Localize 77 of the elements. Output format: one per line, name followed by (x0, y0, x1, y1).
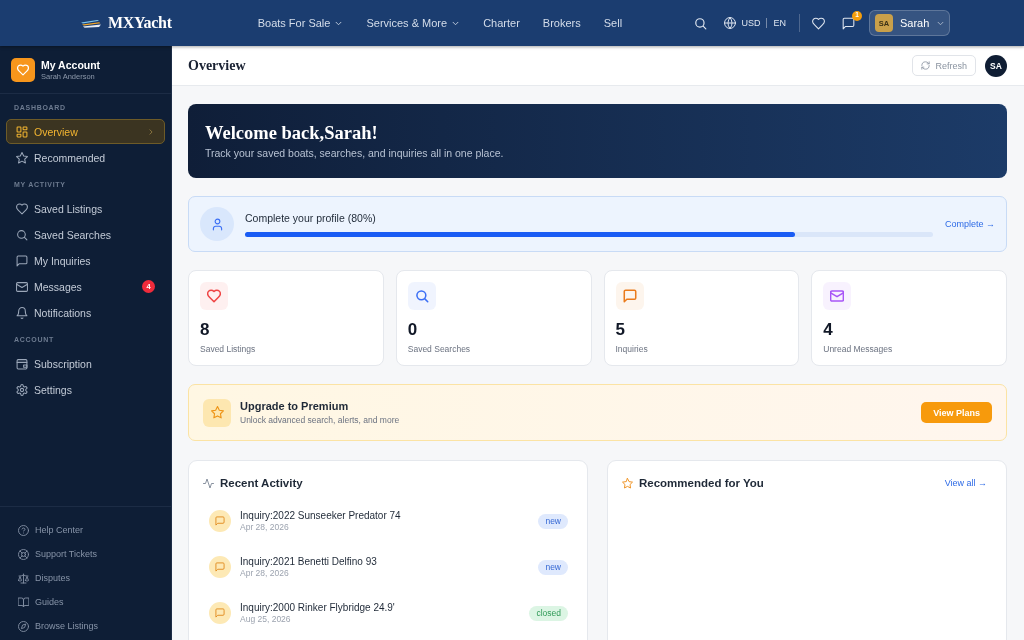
chat-icon (16, 254, 28, 267)
nav-link[interactable]: Sell (603, 17, 623, 29)
settings-icon (16, 383, 28, 396)
chat-icon (209, 556, 231, 578)
sidebar-item[interactable]: Guides (6, 590, 165, 614)
user-icon (200, 207, 234, 241)
book-icon (18, 596, 29, 608)
activity-date: Aug 25, 2026 (240, 614, 292, 625)
nav-link[interactable]: Services & More (366, 17, 461, 29)
sidebar-item[interactable]: Disputes (6, 566, 165, 590)
welcome-subtitle: Track your saved boats, searches, and inquiries all in one place. (205, 146, 505, 160)
activity-date: Apr 28, 2026 (240, 522, 290, 533)
stat-value: 8 (200, 320, 211, 340)
boat-icon (80, 18, 102, 28)
profile-progress-label: Complete your profile (80%) (245, 211, 377, 225)
chevron-icon (147, 127, 155, 136)
nav-link[interactable]: Brokers (542, 17, 581, 29)
sidebar-item[interactable]: Subscription (6, 351, 165, 376)
logo-text[interactable]: MXYacht (108, 14, 172, 32)
upgrade-subtitle: Unlock advanced search, alerts, and more (240, 414, 400, 426)
star-icon (622, 477, 633, 489)
star-icon (16, 151, 28, 164)
chat-icon (209, 602, 231, 624)
search-icon (16, 228, 28, 241)
nav-link[interactable]: Boats For Sale (257, 17, 344, 29)
activity-title: Inquiry:2000 Rinker Flybridge 24.9' (240, 601, 395, 614)
mail-icon (16, 280, 28, 293)
sidebar-item[interactable]: Saved Listings (6, 196, 165, 221)
sidebar-item[interactable]: My Inquiries (6, 248, 165, 273)
search-icon[interactable] (694, 16, 708, 30)
sidebar-item[interactable]: Notifications (6, 300, 165, 325)
grid-icon (16, 125, 28, 138)
stat-label: Saved Listings (200, 343, 257, 355)
complete-link[interactable]: Complete → (944, 219, 995, 229)
stat-value: 4 (823, 320, 834, 340)
currency-selector[interactable]: USD (741, 18, 761, 28)
wallet-icon (16, 357, 28, 370)
stat-label: Unread Messages (823, 343, 894, 355)
activity-title: Inquiry:2021 Benetti Delfino 93 (240, 555, 377, 568)
globe-icon (724, 17, 737, 29)
sidebar-item[interactable]: Support Tickets (6, 542, 165, 566)
welcome-title: Welcome back,Sarah! (205, 122, 379, 145)
sidebar-item[interactable]: Browse Listings (6, 614, 165, 638)
sidebar-item[interactable]: Saved Searches (6, 222, 165, 247)
sidebar-item[interactable]: Settings (6, 377, 165, 402)
card-title: Recent Activity (220, 476, 303, 491)
bell-icon (16, 306, 28, 319)
heart-icon[interactable] (812, 16, 825, 30)
account-title: My Account (41, 58, 101, 72)
stat-label: Saved Searches (407, 343, 472, 355)
sidebar-item[interactable]: Recommended (6, 145, 165, 170)
lifebuoy-icon (18, 548, 29, 560)
chat-icon (209, 510, 231, 532)
sidebar-item[interactable]: Overview (6, 119, 165, 144)
stat-label: Inquiries (615, 343, 649, 355)
activity-date: Apr 28, 2026 (240, 568, 290, 579)
heart-icon (16, 202, 28, 215)
nav-link[interactable]: Charter (483, 17, 520, 29)
help-icon (18, 524, 29, 536)
status-badge: new (538, 513, 568, 529)
language-selector[interactable]: EN (773, 18, 786, 28)
stat-value: 5 (615, 320, 626, 340)
sidebar-item[interactable]: Help Center (6, 518, 165, 542)
activity-icon (203, 477, 214, 489)
activity-title: Inquiry:2022 Sunseeker Predator 74 (240, 509, 401, 522)
chat-icon[interactable] (842, 16, 855, 30)
card-title: Recommended for You (639, 476, 764, 491)
refresh-icon (921, 61, 931, 70)
upgrade-title: Upgrade to Premium (240, 399, 350, 413)
view-all-link[interactable]: View all → (944, 478, 987, 488)
page-title: Overview (188, 57, 246, 74)
scale-icon (18, 572, 29, 584)
status-badge: new (538, 559, 568, 575)
stat-value: 0 (407, 320, 419, 340)
compass-icon (18, 620, 29, 632)
status-badge: closed (529, 605, 568, 621)
user-avatar[interactable]: SA (985, 54, 1007, 77)
